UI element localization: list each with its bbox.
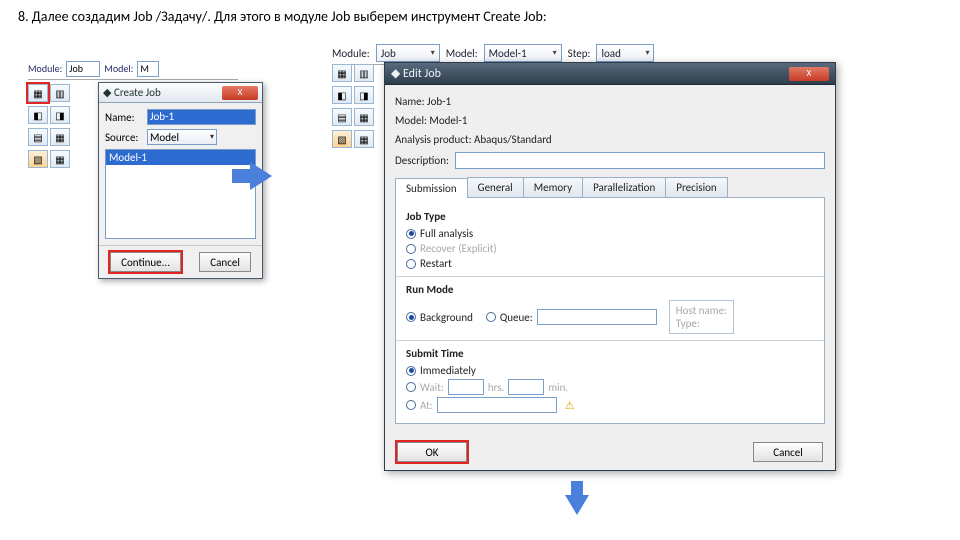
close-button[interactable]: X (222, 86, 258, 100)
cancel-button[interactable]: Cancel (199, 252, 251, 272)
tool-palette-right: ▦▥ ◧◨ ▤▦ ▧▦ (332, 64, 376, 152)
radio-label: Queue: (500, 311, 533, 324)
radio-recover (406, 244, 416, 254)
ok-button[interactable]: OK (397, 442, 467, 462)
tool-icon[interactable]: ▥ (354, 64, 374, 82)
radio-label: At: (420, 399, 433, 412)
radio-immediately[interactable] (406, 366, 416, 376)
model-combo[interactable]: M (137, 61, 159, 77)
runmode-title: Run Mode (406, 283, 814, 296)
tool-icon[interactable]: ▤ (28, 128, 48, 146)
instruction-text: 8. Далее создадим Job /Задачу/. Для этог… (18, 8, 547, 25)
cancel-button[interactable]: Cancel (753, 442, 823, 462)
model-row: Model: Model-1 (395, 114, 825, 127)
submittime-title: Submit Time (406, 347, 814, 360)
right-panel: Module: Job Model: Model-1 Step: load ▦▥… (332, 42, 836, 65)
wait-min-input (508, 379, 544, 395)
module-label: Module: (28, 62, 62, 75)
toolbar-left: Module: Job Model: M (28, 60, 238, 80)
radio-label: Background (420, 311, 473, 324)
continue-button[interactable]: Continue... (110, 252, 181, 272)
source-combo[interactable]: Model (147, 129, 217, 145)
tool-icon[interactable]: ▤ (332, 108, 352, 126)
tab-submission[interactable]: Submission (395, 178, 468, 198)
radio-label: Full analysis (420, 227, 473, 240)
dialog-titlebar: ◆ Create Job X (99, 83, 262, 103)
radio-label: Restart (420, 257, 452, 270)
radio-queue[interactable] (486, 312, 496, 322)
create-job-icon[interactable]: ▦ (28, 84, 48, 102)
hrs-label: hrs. (488, 381, 505, 394)
radio-label: Recover (Explicit) (420, 242, 497, 255)
radio-label: Immediately (420, 364, 476, 377)
tool-icon[interactable]: ◧ (332, 86, 352, 104)
dialog-title: ◆ Edit Job (391, 66, 441, 81)
radio-label: Wait: (420, 381, 444, 394)
tab-precision[interactable]: Precision (665, 177, 727, 197)
step-combo[interactable]: load (596, 44, 654, 62)
tab-content: Job Type Full analysis Recover (Explicit… (395, 198, 825, 424)
tool-icon[interactable]: ▦ (50, 128, 70, 146)
tool-icon[interactable]: ▦ (354, 108, 374, 126)
description-label: Description: (395, 154, 449, 167)
module-label: Module: (332, 47, 370, 60)
arrow-down-icon (565, 495, 589, 515)
dialog-titlebar: ◆ Edit Job X (385, 63, 835, 85)
tool-icon[interactable]: ▦ (50, 150, 70, 168)
warning-icon: ⚠ (565, 399, 575, 412)
tab-strip: Submission General Memory Parallelizatio… (395, 177, 825, 198)
description-input[interactable] (455, 152, 825, 169)
queue-input[interactable] (537, 309, 657, 325)
tool-icon[interactable]: ◨ (50, 106, 70, 124)
model-label: Model: (446, 47, 478, 60)
model-label: Model: (104, 62, 133, 75)
module-combo[interactable]: Job (376, 44, 440, 62)
arrow-right-icon (250, 162, 272, 190)
tool-icon[interactable]: ▥ (50, 84, 70, 102)
tab-memory[interactable]: Memory (523, 177, 583, 197)
host-info: Host name:Type: (669, 300, 734, 334)
name-label: Name: (105, 111, 143, 124)
tool-icon[interactable]: ▧ (332, 130, 352, 148)
close-button[interactable]: X (789, 67, 829, 81)
edit-job-dialog: ◆ Edit Job X Name: Job-1 Model: Model-1 … (384, 62, 836, 471)
tab-parallelization[interactable]: Parallelization (582, 177, 666, 197)
dialog-title: ◆ Create Job (103, 86, 161, 99)
model-combo[interactable]: Model-1 (484, 44, 562, 62)
min-label: min. (548, 381, 568, 394)
source-label: Source: (105, 131, 143, 144)
module-combo[interactable]: Job (66, 61, 100, 77)
radio-restart[interactable] (406, 259, 416, 269)
tool-icon[interactable]: ◧ (28, 106, 48, 124)
tool-icon[interactable]: ◨ (354, 86, 374, 104)
step-label: Step: (568, 47, 591, 60)
at-input (437, 397, 557, 413)
radio-background[interactable] (406, 312, 416, 322)
radio-wait (406, 382, 416, 392)
left-panel: Module: Job Model: M ▦ ▥ ◧ ◨ ▤ ▦ ▧ ▦ ◆ C… (28, 60, 238, 84)
wait-hrs-input (448, 379, 484, 395)
tool-icon[interactable]: ▧ (28, 150, 48, 168)
name-row: Name: Job-1 (395, 95, 825, 108)
radio-full-analysis[interactable] (406, 229, 416, 239)
jobtype-title: Job Type (406, 210, 814, 223)
list-item[interactable]: Model-1 (106, 150, 255, 165)
tool-icon[interactable]: ▦ (354, 130, 374, 148)
name-input[interactable]: Job-1 (147, 109, 256, 125)
tool-icon[interactable]: ▦ (332, 64, 352, 82)
radio-at (406, 400, 416, 410)
tab-general[interactable]: General (467, 177, 524, 197)
analysis-row: Analysis product: Abaqus/Standard (395, 133, 825, 146)
tool-palette-left: ▦ ▥ ◧ ◨ ▤ ▦ ▧ ▦ (28, 84, 72, 172)
source-listbox[interactable]: Model-1 (105, 149, 256, 239)
